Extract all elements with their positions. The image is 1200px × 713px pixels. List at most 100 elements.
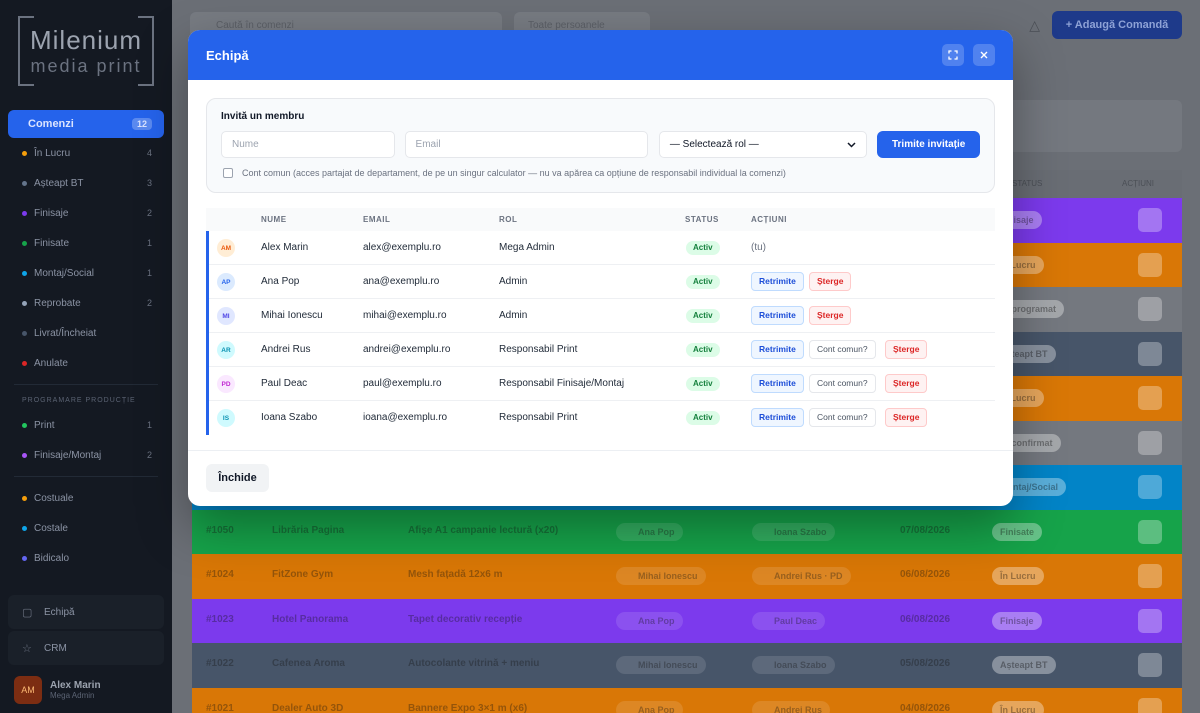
resend-invite-button[interactable]: Retrimite [751, 306, 804, 325]
table-row[interactable]: #1023 Hotel Panorama Tapet decorativ recep… [192, 598, 1182, 643]
status-badge[interactable]: În Lucru [992, 700, 1044, 713]
sidebar-item-label: Montaj/Social [34, 267, 95, 279]
modal-footer: Închide [188, 450, 1013, 506]
row-action-button[interactable] [1138, 475, 1162, 499]
order-client: Dealer Auto 3D [272, 702, 344, 713]
delete-member-button[interactable]: Șterge [885, 374, 928, 393]
team-member-row: AM Alex Marin alex@exemplu.ro Mega Admin Act… [209, 231, 995, 265]
row-action-button[interactable] [1138, 430, 1162, 455]
bell-icon[interactable]: △ [1029, 17, 1040, 34]
role-select[interactable]: — Selectează rol — [658, 131, 868, 158]
row-action-button[interactable] [1138, 252, 1162, 277]
team-table: NUME EMAIL ROL STATUS ACȚIUNI AM Alex Mar… [206, 208, 995, 435]
delete-member-button[interactable]: Șterge [809, 306, 852, 325]
shared-account-button[interactable]: Cont comun? [809, 340, 876, 359]
count-badge: 1 [146, 238, 152, 248]
resend-invite-button[interactable]: Retrimite [751, 408, 804, 427]
row-action-button[interactable] [1138, 697, 1162, 713]
responsible-chip: Andrei Rus [752, 700, 831, 713]
member-role: Admin [499, 310, 528, 321]
status-badge[interactable]: Finisate [992, 522, 1043, 541]
email-input[interactable] [404, 131, 648, 158]
sidebar-item[interactable]: Costale [8, 513, 164, 543]
team-modal: Echipă Invită un membru — Selectează rol… [188, 30, 1013, 506]
resend-invite-button[interactable]: Retrimite [751, 374, 804, 393]
responsible-chip: Paul Deac [752, 611, 826, 630]
assignee-chip: Ana Pop [616, 611, 683, 630]
status-badge[interactable]: În Lucru [992, 567, 1044, 585]
order-id: #1023 [206, 613, 234, 625]
member-email: alex@exemplu.ro [363, 242, 441, 253]
order-id: #1022 [206, 658, 234, 669]
sidebar-item-team[interactable]: ▢ Echipă [8, 595, 164, 629]
table-row[interactable]: #1050 Librăria Pagina Afișe A1 campanie le… [192, 509, 1182, 554]
row-action-button[interactable] [1138, 208, 1162, 232]
order-id: #1050 [206, 524, 234, 536]
status-badge[interactable]: Finisaje [992, 611, 1042, 630]
member-name: Ana Pop [261, 276, 300, 287]
shared-account-button[interactable]: Cont comun? [809, 408, 876, 427]
count-badge: 4 [146, 148, 152, 158]
row-action-button[interactable] [1138, 653, 1162, 677]
member-email: mihai@exemplu.ro [363, 310, 447, 321]
send-invite-button[interactable]: Trimite invitație [877, 131, 980, 158]
column-header-email: EMAIL [363, 215, 391, 224]
current-user[interactable]: AM Alex Marin Mega Admin [8, 667, 164, 713]
delete-member-button[interactable]: Șterge [809, 272, 852, 291]
sidebar-item[interactable]: Finisaje 2 [8, 198, 164, 228]
assignee-chip: Mihai Ionescu [616, 567, 706, 585]
team-member-row: AR Andrei Rus andrei@exemplu.ro Responsabil… [209, 333, 995, 367]
shared-account-checkbox[interactable] [223, 168, 233, 178]
user-name: Alex Marin [50, 680, 101, 691]
avatar: AM [14, 676, 42, 704]
shared-account-button[interactable]: Cont comun? [809, 374, 876, 393]
table-row[interactable]: #1024 FitZone Gym Mesh fațadă 12x6 m 06/08/… [192, 554, 1182, 599]
resend-invite-button[interactable]: Retrimite [751, 272, 804, 291]
row-action-button[interactable] [1138, 564, 1162, 588]
row-action-button[interactable] [1138, 519, 1162, 544]
delete-member-button[interactable]: Șterge [885, 408, 928, 427]
responsible-chip: Ioana Szabo [752, 656, 835, 674]
table-row[interactable]: #1021 Dealer Auto 3D Bannere Expo 3×1 m (x… [192, 687, 1182, 713]
column-header-name: NUME [261, 215, 287, 224]
sidebar-item[interactable]: Montaj/Social 1 [8, 258, 164, 288]
team-icon: ▢ [22, 606, 33, 619]
row-action-button[interactable] [1138, 341, 1162, 366]
sidebar-item[interactable]: Reprobate 2 [8, 288, 164, 318]
sidebar-item[interactable]: Finisaje/Montaj 2 [8, 440, 164, 470]
sidebar-item-comenzi[interactable]: Comenzi 12 [8, 110, 164, 138]
sidebar-item-label: Costuale [34, 492, 74, 504]
member-email: ana@exemplu.ro [363, 276, 440, 287]
order-date: 06/08/2026 [900, 613, 951, 625]
sidebar-item[interactable]: Bidicalo [8, 543, 164, 573]
name-input[interactable] [221, 131, 395, 158]
sidebar-item[interactable]: Finisate 1 [8, 228, 164, 258]
invite-form-row: — Selectează rol — Trimite invitație [221, 131, 980, 158]
close-modal-button[interactable] [973, 44, 995, 66]
order-date: 05/08/2026 [900, 658, 951, 669]
sidebar-extra-list: Costuale Costale Bidicalo [8, 483, 164, 573]
fullscreen-button[interactable] [942, 44, 964, 66]
status-badge[interactable]: Așteapt BT [992, 656, 1056, 674]
row-action-button[interactable] [1138, 386, 1162, 410]
sidebar-item[interactable]: Livrat/Încheiat [8, 318, 164, 348]
row-action-button[interactable] [1138, 608, 1162, 633]
row-action-button[interactable] [1138, 297, 1162, 321]
resend-invite-button[interactable]: Retrimite [751, 340, 804, 359]
table-row[interactable]: #1022 Cafenea Aroma Autocolante vitrină + … [192, 643, 1182, 688]
delete-member-button[interactable]: Șterge [885, 340, 928, 359]
sidebar-item-label: CRM [44, 642, 67, 654]
add-order-button[interactable]: + Adaugă Comandă [1052, 11, 1182, 39]
team-table-header: NUME EMAIL ROL STATUS ACȚIUNI [206, 208, 995, 231]
sidebar-item[interactable]: Print 1 [8, 410, 164, 440]
assignee-chip: Mihai Ionescu [616, 656, 706, 674]
status-dot [22, 240, 27, 246]
member-email: paul@exemplu.ro [363, 378, 442, 389]
sidebar-item[interactable]: Costuale [8, 483, 164, 513]
sidebar-item[interactable]: Așteapt BT 3 [8, 168, 164, 198]
sidebar-item-crm[interactable]: ☆ CRM [8, 631, 164, 665]
order-id: #1024 [206, 569, 234, 580]
sidebar-item[interactable]: Anulate [8, 348, 164, 378]
sidebar-item[interactable]: În Lucru 4 [8, 138, 164, 168]
close-button[interactable]: Închide [206, 464, 269, 492]
